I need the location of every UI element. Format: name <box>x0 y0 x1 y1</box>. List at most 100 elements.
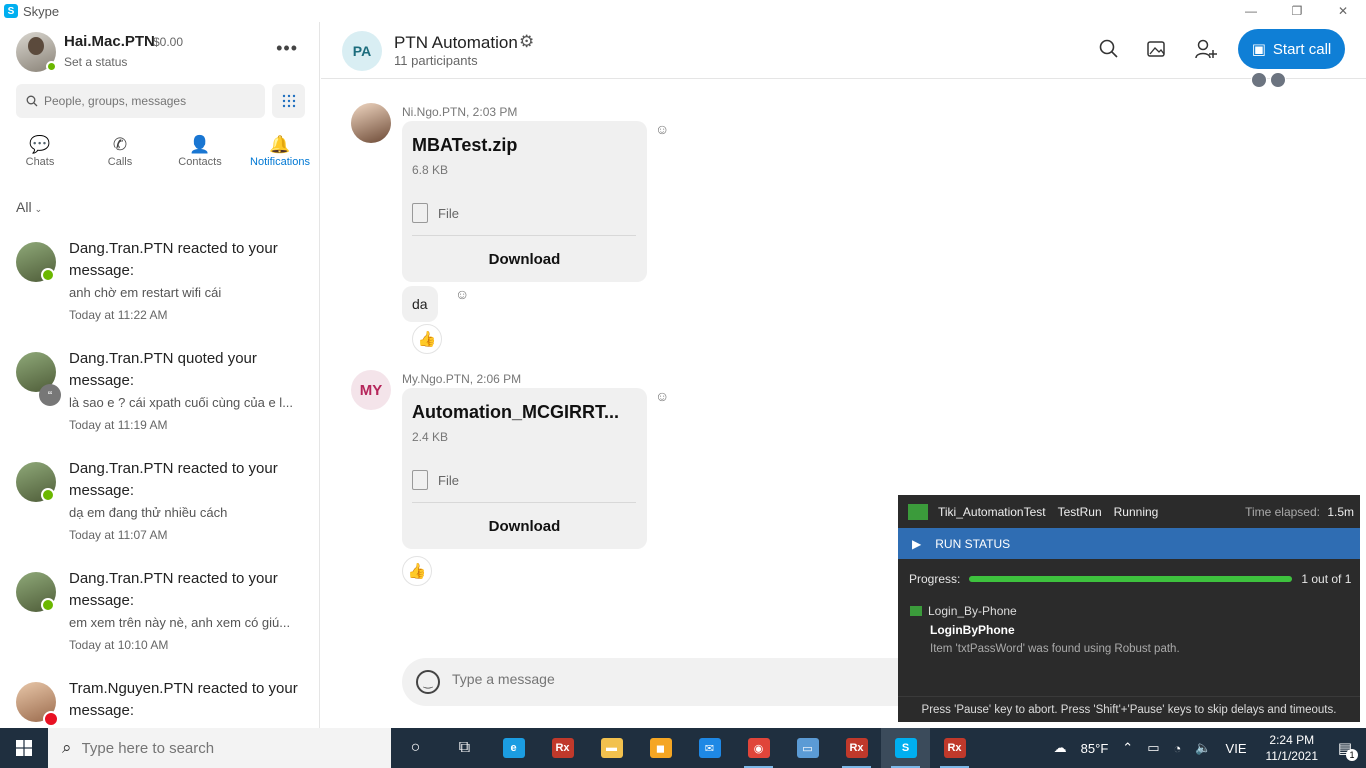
run-header: Tiki_AutomationTest TestRun Running Time… <box>898 495 1360 528</box>
contacts-icon: 👤 <box>189 135 211 154</box>
message-composer[interactable]: ‿ <box>402 658 922 706</box>
participant-count[interactable]: 11 participants <box>394 53 478 68</box>
skype-icon: S <box>894 738 917 758</box>
progress-count: 1 out of 1 <box>1301 572 1352 586</box>
weather-temp[interactable]: 85°F <box>1081 741 1109 756</box>
file-attachment[interactable]: MBATest.zip 6.8 KB File Download <box>402 121 647 282</box>
ranorex-icon: Rx <box>943 738 966 758</box>
add-people-icon[interactable] <box>1195 39 1217 65</box>
download-button[interactable]: Download <box>402 518 647 535</box>
profile-name[interactable]: Hai.Mac.PTN <box>64 33 155 50</box>
search-icon <box>26 95 38 107</box>
close-button[interactable]: ✕ <box>1320 0 1366 22</box>
avatar[interactable]: MY <box>351 370 391 410</box>
taskbar-search-input[interactable] <box>81 739 372 757</box>
ranorex-taskbar-button[interactable]: Rx <box>930 728 979 768</box>
elapsed-label: Time elapsed: <box>1245 504 1320 519</box>
windows-start-button[interactable] <box>0 728 48 768</box>
file-explorer-taskbar-button[interactable]: ▬ <box>587 728 636 768</box>
store-icon: ◼ <box>649 738 672 758</box>
file-name: MBATest.zip <box>412 135 518 155</box>
progress-fill <box>969 576 1293 582</box>
progress-label: Progress: <box>909 572 961 586</box>
remote-desktop-icon: ▭ <box>796 738 819 758</box>
task-view-taskbar-button[interactable]: ⧉ <box>440 728 489 768</box>
file-size: 2.4 KB <box>412 430 449 444</box>
remote-desktop-taskbar-button[interactable]: ▭ <box>783 728 832 768</box>
ranorex-logo-icon <box>908 503 928 520</box>
notification-item[interactable]: Dang.Tran.PTN reacted to your message: e… <box>0 568 319 678</box>
message-input[interactable] <box>452 671 852 687</box>
add-reaction-icon[interactable]: ☺ <box>655 388 669 404</box>
skype-taskbar-button[interactable]: S <box>881 728 930 768</box>
tab-notifications[interactable]: 🔔 Notifications <box>240 134 319 176</box>
notification-item[interactable]: Tram.Nguyen.PTN reacted to your message: <box>0 678 319 728</box>
dialpad-button[interactable] <box>272 84 305 118</box>
search-input[interactable] <box>44 94 244 108</box>
more-options-button[interactable]: ••• <box>276 38 298 59</box>
ranorex-taskbar-button[interactable]: Rx <box>832 728 881 768</box>
add-reaction-icon[interactable]: ☺ <box>455 286 469 302</box>
search-icon[interactable] <box>1099 39 1118 64</box>
volume-icon[interactable]: 🔈 <box>1195 740 1211 756</box>
cortana-taskbar-button[interactable]: ○ <box>391 728 440 768</box>
play-icon: ▶ <box>912 536 922 551</box>
tab-contacts[interactable]: 👤 Contacts <box>160 134 240 176</box>
group-avatar[interactable]: PA <box>342 31 382 71</box>
start-call-button[interactable]: ▣ Start call <box>1238 29 1345 69</box>
notification-filter-dropdown[interactable]: All ⌄ <box>16 199 42 215</box>
avatar[interactable] <box>351 103 391 143</box>
ranorex-taskbar-button[interactable]: Rx <box>538 728 587 768</box>
set-status-link[interactable]: Set a status <box>64 55 127 69</box>
test-case-name: LoginByPhone <box>930 623 1015 637</box>
edge-taskbar-button[interactable]: e <box>489 728 538 768</box>
skype-credit[interactable]: $0.00 <box>153 35 183 49</box>
file-type: File <box>438 472 459 488</box>
chevron-up-icon[interactable]: ⌃ <box>1122 740 1133 756</box>
emoji-icon[interactable]: ‿ <box>416 670 440 694</box>
chrome-taskbar-button[interactable]: ◉ <box>734 728 783 768</box>
store-taskbar-button[interactable]: ◼ <box>636 728 685 768</box>
file-size: 6.8 KB <box>412 163 449 177</box>
thumbs-up-reaction-icon[interactable]: 👍 <box>412 324 442 354</box>
action-center-button[interactable]: ▤ 1 <box>1330 739 1360 761</box>
clock[interactable]: 2:24 PM 11/1/2021 <box>1266 732 1319 764</box>
run-status-bar[interactable]: ▶ RUN STATUS <box>898 528 1360 559</box>
tab-calls[interactable]: ✆ Calls <box>80 134 160 176</box>
weather-icon[interactable]: ☁ <box>1054 740 1067 756</box>
taskbar-search[interactable]: ⌕ <box>48 728 391 768</box>
phone-icon: ✆ <box>112 135 128 154</box>
gear-icon[interactable]: ⚙ <box>519 32 534 52</box>
filter-label: All <box>16 199 32 215</box>
notification-time: Today at 11:07 AM <box>69 528 168 542</box>
ranorex-icon: Rx <box>845 738 868 758</box>
notification-item[interactable]: Dang.Tran.PTN reacted to your message: a… <box>0 238 319 348</box>
test-module-icon <box>910 606 922 616</box>
message-bubble[interactable]: da <box>402 286 438 322</box>
task-view-icon: ⧉ <box>458 739 471 756</box>
sidebar: Hai.Mac.PTN $0.00 Set a status ••• 💬 Cha… <box>0 22 320 728</box>
download-button[interactable]: Download <box>402 251 647 268</box>
notification-text: là sao e ? cái xpath cuối cùng của e l..… <box>69 395 294 410</box>
language-indicator[interactable]: VIE <box>1226 741 1247 756</box>
notification-time: Today at 11:22 AM <box>69 308 168 322</box>
wifi-icon[interactable]: ◔ <box>1173 741 1181 756</box>
skype-logo-icon: S <box>4 4 18 18</box>
run-status-title: RUN STATUS <box>935 536 1011 551</box>
notification-text: em xem trên này nè, anh xem có giú... <box>69 615 291 630</box>
notification-text: dạ em đang thử nhiều cách <box>69 505 228 520</box>
mail-taskbar-button[interactable]: ✉ <box>685 728 734 768</box>
notification-item[interactable]: “ Dang.Tran.PTN quoted your message: là … <box>0 348 319 458</box>
file-attachment[interactable]: Automation_MCGIRRT... 2.4 KB File Downlo… <box>402 388 647 549</box>
tab-chats[interactable]: 💬 Chats <box>0 134 80 176</box>
conversation-title[interactable]: PTN Automation <box>394 33 518 53</box>
run-state: Running <box>1113 504 1159 519</box>
thumbs-up-reaction-icon[interactable]: 👍 <box>402 556 432 586</box>
minimize-button[interactable]: — <box>1228 0 1274 22</box>
restore-button[interactable]: ❐ <box>1274 0 1320 22</box>
gallery-icon[interactable] <box>1147 39 1167 64</box>
notification-item[interactable]: Dang.Tran.PTN reacted to your message: d… <box>0 458 319 568</box>
add-reaction-icon[interactable]: ☺ <box>655 121 669 137</box>
search-box[interactable] <box>16 84 265 118</box>
battery-icon[interactable]: ▭ <box>1147 740 1159 756</box>
